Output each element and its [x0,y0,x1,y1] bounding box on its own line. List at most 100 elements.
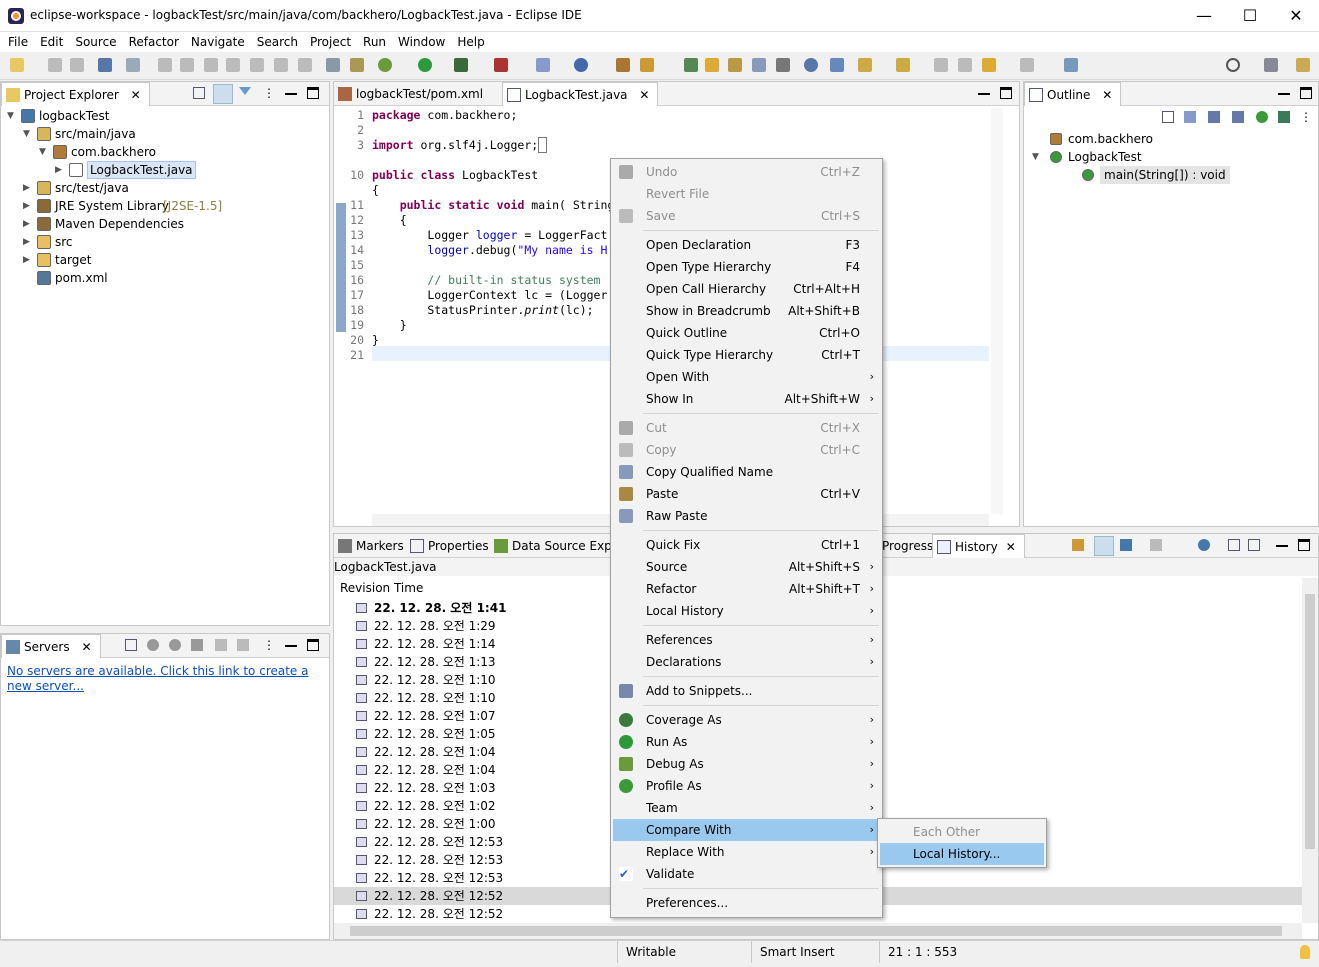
open-task-icon[interactable] [830,58,844,72]
compare-mode-icon[interactable] [1150,539,1162,551]
word-wrap-icon[interactable] [752,58,766,72]
menu-item-team[interactable]: Team › [613,797,880,819]
block-selection-icon[interactable] [728,58,742,72]
menu-item-profile-as[interactable]: Profile As › [613,775,880,797]
create-server-link[interactable]: No servers are available. Click this lin… [7,664,317,694]
tab-pom-xml[interactable]: logbackTest/pom.xml [334,82,491,106]
menu-search[interactable]: Search [251,32,304,52]
disconnect-icon[interactable] [226,58,240,72]
menu-item-run-as[interactable]: Run As › [613,731,880,753]
menu-item-save[interactable]: Save Ctrl+S [613,205,880,227]
minimize-view-icon[interactable] [1278,87,1290,95]
menu-item-preferences[interactable]: Preferences... [613,892,880,914]
tree-item[interactable]: ▼ logbackTest [1,107,321,125]
menu-item-open-declaration[interactable]: Open Declaration F3 [613,234,880,256]
forward-edit-icon[interactable] [958,58,972,72]
tab-markers[interactable]: Markers [334,534,412,558]
menu-item-open-call-hierarchy[interactable]: Open Call Hierarchy Ctrl+Alt+H [613,278,880,300]
close-button[interactable]: ✕ [1273,0,1319,32]
chevron-right-icon[interactable]: ▶ [23,251,30,269]
terminal-icon[interactable] [98,58,112,72]
forward-icon[interactable] [1020,58,1034,72]
web-browser-icon[interactable] [804,58,818,72]
chevron-right-icon[interactable]: ▶ [55,161,62,179]
collapse-all-icon[interactable] [193,87,205,99]
collapse-all-icon[interactable] [1228,539,1240,551]
collapse-all-icon[interactable] [1162,111,1174,123]
tab-outline[interactable]: Outline ✕ [1024,82,1122,106]
refresh-icon[interactable] [1072,539,1084,551]
submenu-local-history[interactable]: Local History... [880,843,1044,865]
chevron-down-icon[interactable]: ▼ [7,107,14,125]
open-type-icon[interactable] [616,58,630,72]
menu-item-revert-file[interactable]: Revert File [613,183,880,205]
close-icon[interactable]: ✕ [131,88,141,102]
menu-project[interactable]: Project [304,32,357,52]
menu-item-copy[interactable]: Copy Ctrl+C [613,439,880,461]
menu-item-declarations[interactable]: Declarations › [613,651,880,673]
menu-item-cut[interactable]: Cut Ctrl+X [613,417,880,439]
run-icon[interactable] [418,58,432,72]
menu-item-open-with[interactable]: Open With › [613,366,880,388]
last-edit-icon[interactable] [934,58,948,72]
chevron-right-icon[interactable]: ▶ [23,233,30,251]
menu-item-raw-paste[interactable]: Raw Paste [613,505,880,527]
new-java-class-icon[interactable] [574,58,588,72]
next-annotation-arrow-icon[interactable] [858,58,872,72]
next-annotation-icon[interactable] [684,58,698,72]
minimize-view-icon[interactable] [285,639,297,647]
menu-help[interactable]: Help [451,32,490,52]
resume-icon[interactable] [158,58,172,72]
external-tools-icon[interactable] [494,58,508,72]
horizontal-scrollbar[interactable] [334,923,1302,939]
tree-item[interactable]: ▶ JRE System Library [J2SE-1.5] [1,197,321,215]
tab-project-explorer[interactable]: Project Explorer ✕ [1,82,150,106]
menu-window[interactable]: Window [392,32,451,52]
outline-item[interactable]: ▼ LogbackTest [1024,148,1314,166]
hide-static-icon[interactable] [1232,111,1244,123]
maximize-view-icon[interactable] [307,87,319,99]
step-into-icon[interactable] [250,58,264,72]
stop-server-icon[interactable] [215,639,227,651]
menu-edit[interactable]: Edit [34,32,69,52]
lightbulb-icon[interactable] [1300,945,1310,959]
sort-icon[interactable] [1184,111,1196,123]
minimize-view-icon[interactable] [285,87,297,95]
menu-refactor[interactable]: Refactor [123,32,185,52]
menu-item-coverage-as[interactable]: Coverage As › [613,709,880,731]
tree-item[interactable]: ▼ src/main/java [1,125,321,143]
view-menu-icon[interactable]: ⋮ [263,639,275,651]
menu-item-local-history[interactable]: Local History › [613,600,880,622]
tree-item[interactable]: ▼ com.backhero [1,143,321,161]
search-tool-icon[interactable] [640,58,654,72]
menu-item-quick-outline[interactable]: Quick Outline Ctrl+O [613,322,880,344]
vertical-scrollbar[interactable] [1302,578,1318,923]
profile-server-icon[interactable] [191,639,203,651]
menu-item-refactor[interactable]: Refactor Alt+Shift+T › [613,578,880,600]
chevron-down-icon[interactable]: ▼ [23,125,30,143]
coverage-icon[interactable] [454,58,468,72]
new-server-icon[interactable] [536,58,550,72]
vertical-scrollbar[interactable] [991,108,1003,514]
menu-run[interactable]: Run [357,32,392,52]
terminate-icon[interactable] [204,58,218,72]
suspend-icon[interactable] [180,58,194,72]
new-icon[interactable] [10,58,24,72]
outline-item[interactable]: com.backhero [1024,130,1314,148]
menu-item-quick-type-hierarchy[interactable]: Quick Type Hierarchy Ctrl+T [613,344,880,366]
open-perspective-icon[interactable] [1264,58,1278,72]
close-icon[interactable]: ✕ [1102,88,1112,102]
pin-history-icon[interactable] [1120,539,1132,551]
step-over-icon[interactable] [274,58,288,72]
minimize-button[interactable]: — [1181,0,1227,32]
menu-item-show-in-breadcrumb[interactable]: Show in Breadcrumb Alt+Shift+B [613,300,880,322]
tab-properties[interactable]: Properties [406,534,497,558]
maximize-view-icon[interactable] [1000,87,1012,99]
menu-item-paste[interactable]: Paste Ctrl+V [613,483,880,505]
tree-item[interactable]: ▶ src/test/java [1,179,321,197]
start-server-icon[interactable] [169,639,181,651]
menu-navigate[interactable]: Navigate [185,32,251,52]
tree-item[interactable]: ▶ Maven Dependencies [1,215,321,233]
view-menu-icon[interactable]: ⋮ [1300,111,1312,123]
menu-file[interactable]: File [2,32,34,52]
